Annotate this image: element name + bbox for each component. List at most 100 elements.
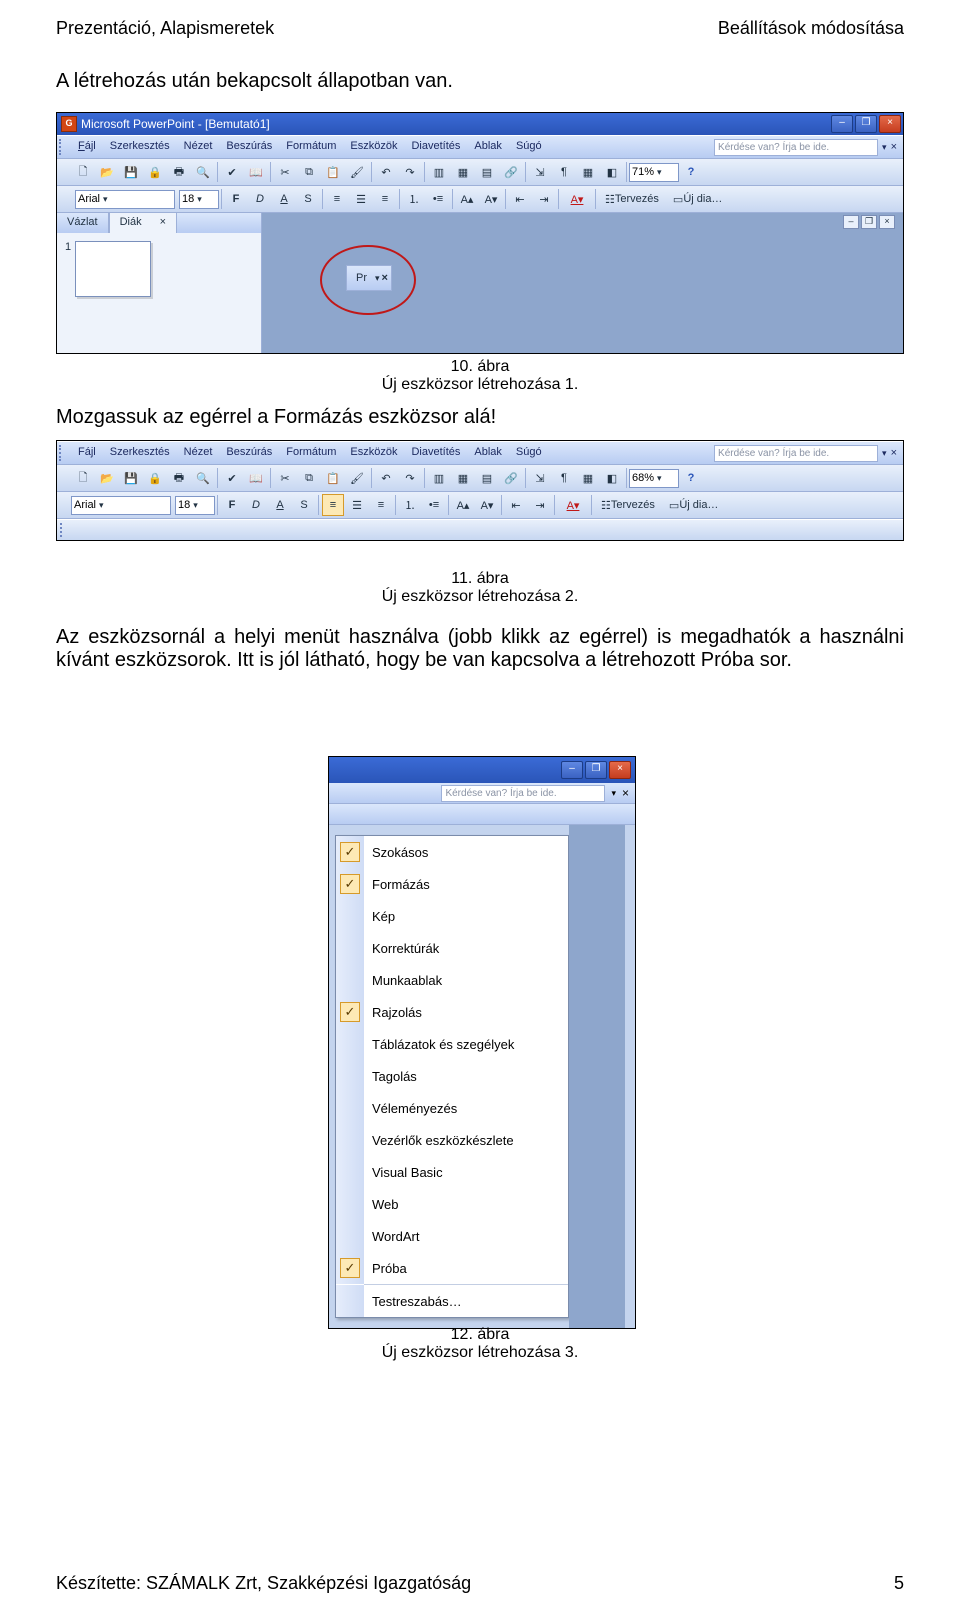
- close-button[interactable]: ×: [609, 761, 631, 779]
- doc-restore-icon[interactable]: ❐: [861, 215, 877, 229]
- copy-icon[interactable]: ⧉: [298, 161, 320, 183]
- undo-icon[interactable]: ↶: [375, 467, 397, 489]
- show-formatting-icon[interactable]: ¶: [553, 161, 575, 183]
- menu-slideshow[interactable]: Diavetítés: [404, 136, 467, 158]
- color-icon[interactable]: ◧: [601, 467, 623, 489]
- align-left-icon[interactable]: ≡: [326, 188, 348, 210]
- menu-slideshow[interactable]: Diavetítés: [404, 442, 467, 464]
- color-icon[interactable]: ◧: [601, 161, 623, 183]
- shadow-button[interactable]: S: [297, 188, 319, 210]
- chart-icon[interactable]: ▥: [428, 467, 450, 489]
- context-menu-item[interactable]: WordArt: [336, 1220, 568, 1252]
- permission-icon[interactable]: 🔒: [144, 467, 166, 489]
- zoom-combo[interactable]: 71%▾: [629, 163, 679, 182]
- maximize-button[interactable]: ❐: [585, 761, 607, 779]
- design-button[interactable]: ☷ Tervezés: [595, 494, 661, 516]
- context-menu-item[interactable]: ✓Formázás: [336, 868, 568, 900]
- menu-insert[interactable]: Beszúrás: [219, 136, 279, 158]
- align-right-icon[interactable]: ≡: [370, 494, 392, 516]
- font-size-combo[interactable]: 18▾: [179, 190, 219, 209]
- format-painter-icon[interactable]: 🖌: [346, 161, 368, 183]
- font-combo[interactable]: Arial▾: [71, 496, 171, 515]
- redo-icon[interactable]: ↷: [399, 467, 421, 489]
- minimize-button[interactable]: –: [561, 761, 583, 779]
- decrease-indent-icon[interactable]: ⇤: [509, 188, 531, 210]
- help-icon[interactable]: ?: [680, 161, 702, 183]
- menu-window[interactable]: Ablak: [467, 442, 509, 464]
- increase-indent-icon[interactable]: ⇥: [533, 188, 555, 210]
- minimize-button[interactable]: –: [831, 115, 853, 133]
- ask-question-field[interactable]: Kérdése van? Írja be ide.: [714, 445, 878, 462]
- format-painter-icon[interactable]: 🖌: [346, 467, 368, 489]
- menu-insert[interactable]: Beszúrás: [219, 442, 279, 464]
- new-icon[interactable]: 🗋: [72, 467, 94, 489]
- maximize-button[interactable]: ❐: [855, 115, 877, 133]
- toolbar-handle[interactable]: [59, 445, 67, 461]
- copy-icon[interactable]: ⧉: [298, 467, 320, 489]
- menu-edit[interactable]: Szerkesztés: [103, 136, 177, 158]
- doc-close-icon[interactable]: ×: [879, 215, 895, 229]
- toolbar-handle[interactable]: [60, 523, 70, 537]
- dropdown-caret-icon[interactable]: ▾: [611, 788, 616, 799]
- table-icon[interactable]: ▦: [452, 467, 474, 489]
- close-doc-icon[interactable]: ×: [891, 141, 897, 153]
- italic-button[interactable]: D: [245, 494, 267, 516]
- hyperlink-icon[interactable]: 🔗: [500, 161, 522, 183]
- ask-question-field[interactable]: Kérdése van? Írja be ide.: [714, 139, 878, 156]
- menu-view[interactable]: Nézet: [177, 136, 220, 158]
- spell-icon[interactable]: ✔: [221, 161, 243, 183]
- align-left-icon[interactable]: ≡: [322, 494, 344, 516]
- cut-icon[interactable]: ✂: [274, 467, 296, 489]
- increase-indent-icon[interactable]: ⇥: [529, 494, 551, 516]
- permission-icon[interactable]: 🔒: [144, 161, 166, 183]
- print-icon[interactable]: 🖶: [168, 161, 190, 183]
- new-icon[interactable]: 🗋: [72, 161, 94, 183]
- doc-minimize-icon[interactable]: –: [843, 215, 859, 229]
- grid-icon[interactable]: ▦: [577, 467, 599, 489]
- bold-button[interactable]: F: [221, 494, 243, 516]
- decrease-font-icon[interactable]: A▾: [476, 494, 498, 516]
- close-button[interactable]: ×: [879, 115, 901, 133]
- close-panel-icon[interactable]: ×: [160, 216, 166, 228]
- spell-icon[interactable]: ✔: [221, 467, 243, 489]
- menu-window[interactable]: Ablak: [467, 136, 509, 158]
- hyperlink-icon[interactable]: 🔗: [500, 467, 522, 489]
- align-center-icon[interactable]: ☰: [346, 494, 368, 516]
- menu-view[interactable]: Nézet: [177, 442, 220, 464]
- menu-help[interactable]: Súgó: [509, 442, 549, 464]
- expand-icon[interactable]: ⇲: [529, 467, 551, 489]
- italic-button[interactable]: D: [249, 188, 271, 210]
- help-icon[interactable]: ?: [680, 467, 702, 489]
- menu-file[interactable]: Fájl: [71, 136, 103, 158]
- bullets-icon[interactable]: •≡: [427, 188, 449, 210]
- increase-font-icon[interactable]: A▴: [456, 188, 478, 210]
- tables-borders-icon[interactable]: ▤: [476, 161, 498, 183]
- context-menu-item[interactable]: Munkaablak: [336, 964, 568, 996]
- open-icon[interactable]: 📂: [96, 467, 118, 489]
- decrease-indent-icon[interactable]: ⇤: [505, 494, 527, 516]
- save-icon[interactable]: 💾: [120, 161, 142, 183]
- bullets-icon[interactable]: •≡: [423, 494, 445, 516]
- font-size-combo[interactable]: 18▾: [175, 496, 215, 515]
- context-menu-item[interactable]: Táblázatok és szegélyek: [336, 1028, 568, 1060]
- ask-question-field[interactable]: Kérdése van? Írja be ide.: [441, 785, 605, 802]
- context-menu-item[interactable]: Vezérlők eszközkészlete: [336, 1124, 568, 1156]
- dropdown-caret-icon[interactable]: ▾: [882, 142, 887, 153]
- context-menu-item[interactable]: ✓Rajzolás: [336, 996, 568, 1028]
- save-icon[interactable]: 💾: [120, 467, 142, 489]
- context-menu-item[interactable]: Kép: [336, 900, 568, 932]
- underline-button[interactable]: A: [269, 494, 291, 516]
- redo-icon[interactable]: ↷: [399, 161, 421, 183]
- font-color-icon[interactable]: A▾: [562, 188, 592, 210]
- context-menu-item[interactable]: Tagolás: [336, 1060, 568, 1092]
- menu-format[interactable]: Formátum: [279, 136, 343, 158]
- design-button[interactable]: ☷ Tervezés: [599, 188, 665, 210]
- menu-tools[interactable]: Eszközök: [343, 442, 404, 464]
- tables-borders-icon[interactable]: ▤: [476, 467, 498, 489]
- zoom-combo[interactable]: 68%▾: [629, 469, 679, 488]
- align-center-icon[interactable]: ☰: [350, 188, 372, 210]
- context-menu-item[interactable]: Véleményezés: [336, 1092, 568, 1124]
- context-menu-item[interactable]: Visual Basic: [336, 1156, 568, 1188]
- research-icon[interactable]: 📖: [245, 467, 267, 489]
- new-slide-button[interactable]: ▭ Új dia…: [667, 188, 729, 210]
